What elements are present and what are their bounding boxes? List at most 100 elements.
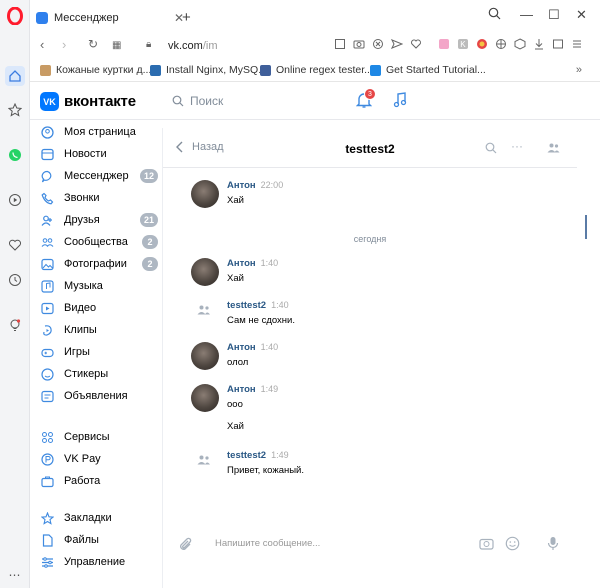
opera-sidebar: ⋯	[0, 0, 30, 588]
more-bookmarks-icon[interactable]: »	[576, 64, 582, 76]
chat-scroll-indicator[interactable]	[585, 215, 587, 239]
vscode-favicon-icon	[370, 64, 381, 76]
vk-header: VK вконтакте Поиск 3	[30, 82, 600, 120]
home-icon[interactable]	[5, 66, 25, 86]
menu-item-vk-pay[interactable]: VK Pay	[40, 449, 158, 469]
heart-icon[interactable]	[5, 235, 25, 255]
tab-messenger[interactable]: Мессенджер ✕	[34, 7, 184, 29]
gamepad-icon	[40, 345, 54, 359]
menu-item-video[interactable]: Видео	[40, 298, 158, 318]
download-icon[interactable]	[533, 38, 547, 52]
message-author[interactable]: testtest2 1:49	[227, 450, 289, 461]
history-icon[interactable]	[5, 270, 25, 290]
vk-search[interactable]: Поиск	[172, 94, 223, 108]
day-divider: сегодня	[353, 234, 387, 244]
bookmark-item[interactable]: Get Started Tutorial...	[370, 64, 486, 76]
cube-icon[interactable]	[514, 38, 528, 52]
extension-k-icon[interactable]: K	[457, 38, 471, 52]
speed-dial-icon[interactable]: ▦	[112, 40, 121, 51]
message-author[interactable]: testtest2 1:40	[227, 300, 289, 311]
avatar[interactable]	[191, 384, 219, 412]
back-icon[interactable]: ‹	[40, 37, 44, 52]
more-actions-icon[interactable]: ···	[511, 139, 523, 153]
extension-pink-icon[interactable]	[438, 38, 452, 52]
whatsapp-icon[interactable]	[5, 145, 25, 165]
message-time: 22:00	[260, 180, 284, 190]
bookmark-label: Online regex tester...	[276, 64, 373, 76]
avatar[interactable]	[191, 258, 219, 286]
bookmark-item[interactable]: Online regex tester...	[260, 64, 373, 76]
message-author[interactable]: Антон 22:00	[227, 180, 283, 191]
heart-bookmark-icon[interactable]	[410, 38, 424, 52]
message-time: 1:40	[271, 300, 289, 310]
message-input[interactable]: Напишите сообщение...	[215, 538, 320, 549]
music-icon[interactable]	[392, 92, 408, 111]
new-tab-icon[interactable]: +	[182, 10, 191, 25]
lightbulb-icon[interactable]	[5, 315, 25, 335]
menu-item-my-page[interactable]: Моя страница	[40, 122, 158, 142]
menu-item-files[interactable]: Файлы	[40, 530, 158, 550]
menu-item-music[interactable]: Музыка	[40, 276, 158, 296]
search-tabs-icon[interactable]	[488, 7, 501, 23]
address-bar: ‹ › ↻ ▦ 🔒︎ vk.com/im K	[30, 34, 600, 58]
group-avatar-icon[interactable]	[197, 454, 211, 469]
menu-item-calls[interactable]: Звонки	[40, 188, 158, 208]
adblock-icon[interactable]	[372, 38, 386, 52]
menu-item-bookmarks[interactable]: Закладки	[40, 508, 158, 528]
star-icon[interactable]	[5, 100, 25, 120]
page-scrollbar[interactable]	[590, 82, 600, 588]
menu-item-work[interactable]: Работа	[40, 471, 158, 491]
menu-item-photos[interactable]: Фотографии 2	[40, 254, 158, 274]
maximize-icon[interactable]: ☐	[548, 7, 560, 23]
menu-item-ads[interactable]: Объявления	[40, 386, 158, 406]
close-window-icon[interactable]: ✕	[576, 7, 587, 23]
send-icon[interactable]	[390, 38, 405, 52]
edit-icon[interactable]	[334, 38, 348, 52]
menu-icon[interactable]	[571, 38, 585, 52]
avatar[interactable]	[191, 180, 219, 208]
more-icon[interactable]: ⋯	[5, 565, 25, 585]
message-text: Хай	[227, 273, 244, 284]
menu-item-games[interactable]: Игры	[40, 342, 158, 362]
vk-logo[interactable]: VK вконтакте	[40, 92, 136, 111]
menu-item-friends[interactable]: Друзья 21	[40, 210, 158, 230]
extension-colorful-icon[interactable]	[476, 38, 490, 52]
message-author[interactable]: Антон 1:40	[227, 342, 278, 353]
opera-logo-icon[interactable]	[5, 6, 25, 26]
menu-item-label: Звонки	[64, 192, 100, 204]
avatar[interactable]	[191, 342, 219, 370]
menu-item-manage[interactable]: Управление	[40, 552, 158, 572]
minimize-icon[interactable]: —	[520, 7, 533, 22]
emoji-icon[interactable]	[505, 536, 520, 554]
bookmark-item[interactable]: Кожаные куртки д...	[40, 64, 151, 76]
menu-item-stickers[interactable]: Стикеры	[40, 364, 158, 384]
menu-item-label: Сервисы	[64, 431, 110, 443]
message-author[interactable]: Антон 1:40	[227, 258, 278, 269]
bookmark-item[interactable]: Install Nginx, MySQ...	[150, 64, 267, 76]
message-time: 1:40	[260, 258, 279, 268]
player-icon[interactable]	[5, 190, 25, 210]
vpn-globe-icon[interactable]	[495, 38, 509, 52]
forward-icon[interactable]: ›	[62, 37, 66, 52]
microphone-icon[interactable]	[547, 536, 559, 554]
chat-members-icon[interactable]	[547, 142, 560, 157]
snapshot-icon[interactable]	[552, 38, 566, 52]
menu-item-communities[interactable]: Сообщества 2	[40, 232, 158, 252]
message-author[interactable]: Антон 1:49	[227, 384, 278, 395]
menu-item-label: Игры	[64, 346, 90, 358]
camera-icon[interactable]	[353, 38, 367, 52]
message-text: ооо	[227, 399, 243, 410]
reload-icon[interactable]: ↻	[88, 37, 98, 51]
group-avatar-icon[interactable]	[197, 304, 211, 319]
menu-item-label: Работа	[64, 475, 101, 487]
file-icon	[40, 533, 54, 547]
chat-search-icon[interactable]	[485, 142, 497, 157]
menu-item-news[interactable]: Новости	[40, 144, 158, 164]
menu-item-services[interactable]: Сервисы	[40, 427, 158, 447]
paperclip-icon[interactable]	[179, 537, 193, 556]
menu-item-clips[interactable]: Клипы	[40, 320, 158, 340]
menu-item-messenger[interactable]: Мессенджер 12	[40, 166, 158, 186]
camera-attach-icon[interactable]	[479, 537, 494, 553]
url-field[interactable]: vk.com/im	[168, 40, 218, 52]
svg-text:K: K	[460, 40, 466, 49]
